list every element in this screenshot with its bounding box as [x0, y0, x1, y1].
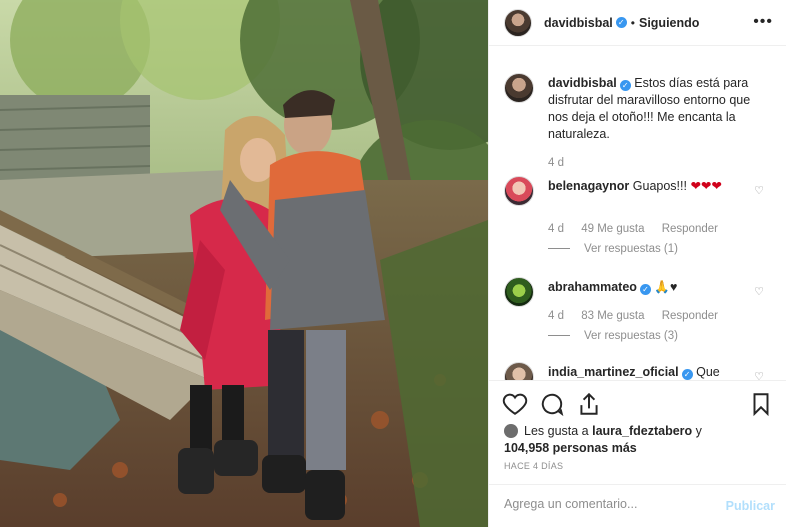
avatar[interactable] [504, 8, 532, 37]
caption: davidbisbal ✓ Estos días está para disfru… [504, 73, 774, 183]
verified-badge-icon: ✓ [639, 284, 651, 295]
post-sidebar: davidbisbal ✓ • Siguiendo ••• davidbisba… [488, 0, 786, 527]
comment-meta: 4 d 83 Me gusta Responder [548, 310, 732, 322]
comment-item: india_martinez_oficial ✓ Que ♡ [504, 362, 774, 380]
bookmark-icon[interactable] [748, 391, 774, 417]
reply-button[interactable]: Responder [662, 310, 718, 322]
comment-username[interactable]: belenagaynor [548, 179, 629, 193]
comment-likes[interactable]: 49 Me gusta [581, 223, 644, 235]
couple-forest-photo [0, 0, 488, 527]
likes-count[interactable]: 104,958 personas más [504, 441, 637, 455]
comment-text-block: india_martinez_oficial ✓ Que [548, 364, 758, 380]
header-user-line: davidbisbal ✓ • Siguiendo [544, 16, 699, 30]
likes-summary: Les gusta a laura_fdeztabero y 104,958 p… [504, 423, 774, 457]
comment-username[interactable]: india_martinez_oficial [548, 365, 679, 379]
comment-time[interactable]: 4 d [548, 223, 564, 235]
comment-item: abrahammateo ✓ 🙏♥ ♡ 4 d 83 Me gusta Respo… [504, 277, 774, 367]
reply-button[interactable]: Responder [662, 223, 718, 235]
comment-meta: 4 d 49 Me gusta Responder [548, 223, 732, 235]
verified-badge-icon: ✓ [615, 17, 627, 28]
comment-time[interactable]: 4 d [548, 310, 564, 322]
instagram-post-modal: davidbisbal ✓ • Siguiendo ••• davidbisba… [0, 0, 786, 527]
heart-icon[interactable] [502, 391, 528, 417]
likes-prefix: Les gusta a [524, 424, 589, 438]
comment-input[interactable] [504, 497, 714, 511]
avatar[interactable] [504, 424, 518, 438]
avatar[interactable] [504, 176, 534, 206]
caption-meta: 4 d [548, 157, 578, 169]
view-replies-button[interactable]: Ver respuestas (1) [548, 243, 678, 255]
comment-text: Guapos!!! [632, 179, 687, 193]
avatar[interactable] [504, 277, 534, 307]
caption-username[interactable]: davidbisbal [548, 76, 617, 90]
likes-conj: y [695, 424, 702, 438]
share-icon[interactable] [576, 391, 602, 417]
like-comment-heart-icon[interactable]: ♡ [754, 370, 764, 380]
comment-text-block: belenagaynor Guapos!!! ❤❤❤ [548, 178, 758, 195]
post-date[interactable]: HACE 4 DÍAS [504, 461, 563, 471]
post-header: davidbisbal ✓ • Siguiendo ••• [489, 0, 786, 46]
separator-dot: • [630, 15, 635, 30]
verified-badge-icon: ✓ [619, 80, 631, 91]
caption-text-block: davidbisbal ✓ Estos días está para disfru… [548, 75, 758, 143]
like-comment-heart-icon[interactable]: ♡ [754, 285, 764, 298]
header-username[interactable]: davidbisbal [544, 16, 613, 30]
comment-icon[interactable] [539, 391, 565, 417]
heart-emoji: ❤❤❤ [690, 179, 722, 193]
comment-text: Que [696, 365, 720, 379]
post-photo[interactable] [0, 0, 488, 527]
comments-list[interactable]: davidbisbal ✓ Estos días está para disfru… [489, 47, 786, 380]
comment-text-block: abrahammateo ✓ 🙏♥ [548, 279, 758, 296]
ellipsis-icon[interactable]: ••• [753, 13, 773, 31]
comment-likes[interactable]: 83 Me gusta [581, 310, 644, 322]
following-button[interactable]: Siguiendo [639, 16, 699, 30]
avatar[interactable] [504, 362, 534, 380]
avatar[interactable] [504, 73, 534, 103]
comment-emoji: 🙏♥ [654, 280, 678, 294]
comment-composer: Publicar [489, 484, 786, 527]
comment-username[interactable]: abrahammateo [548, 280, 637, 294]
comment-item: belenagaynor Guapos!!! ❤❤❤ ♡ 4 d 49 Me g… [504, 176, 774, 271]
verified-badge-icon: ✓ [681, 369, 693, 380]
like-comment-heart-icon[interactable]: ♡ [754, 184, 764, 197]
publish-button[interactable]: Publicar [726, 499, 775, 513]
view-replies-button[interactable]: Ver respuestas (3) [548, 330, 678, 342]
caption-time[interactable]: 4 d [548, 157, 564, 169]
likes-user[interactable]: laura_fdeztabero [592, 424, 692, 438]
